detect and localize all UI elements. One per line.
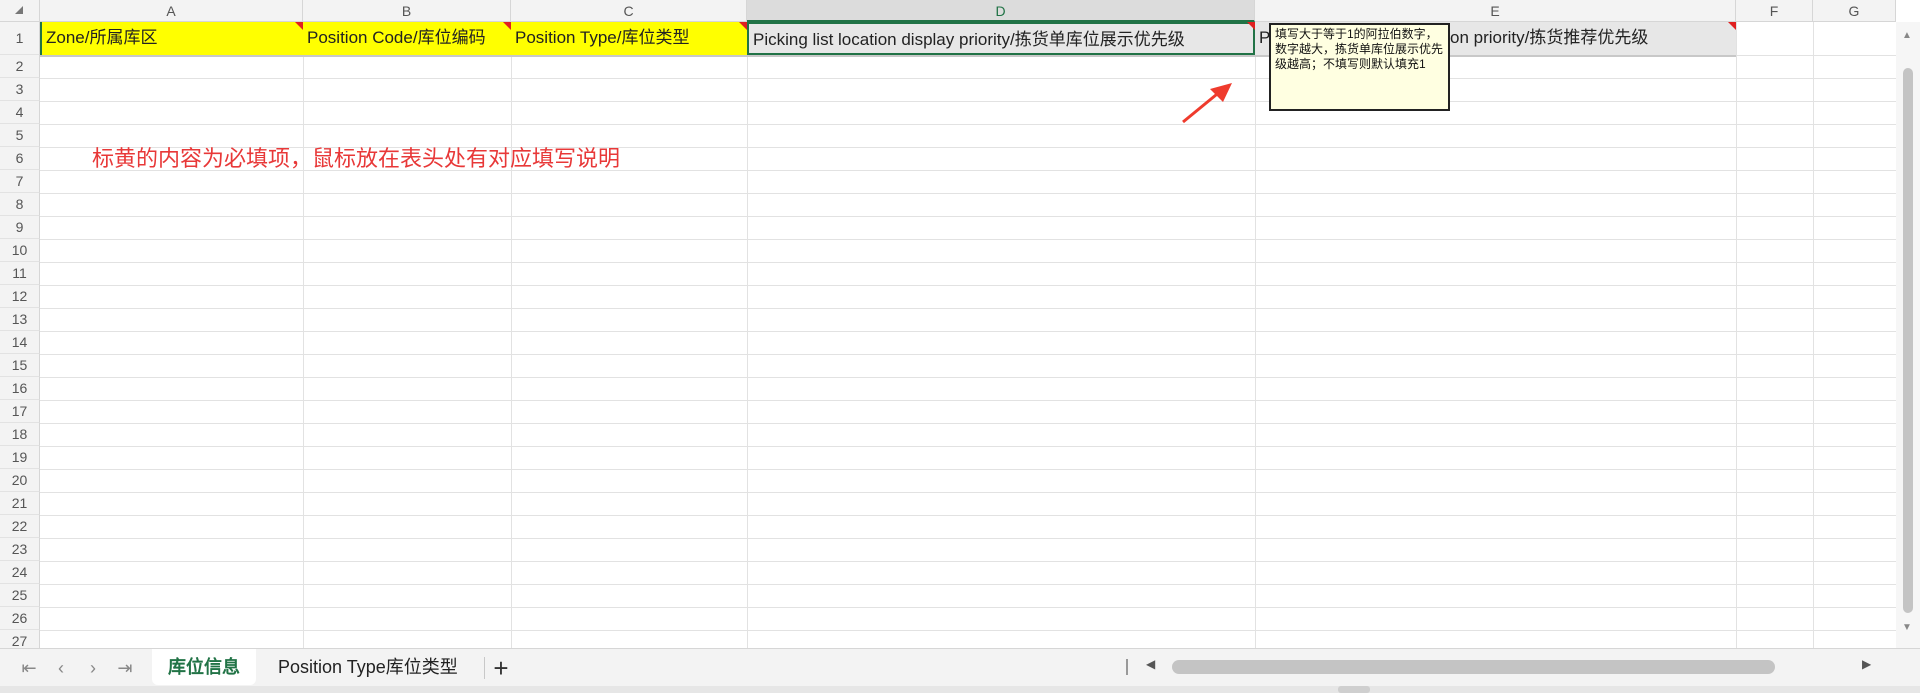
gridline bbox=[40, 354, 1896, 355]
comment-indicator-icon bbox=[1728, 22, 1736, 30]
row-header[interactable]: 23 bbox=[0, 538, 40, 561]
cell-e1-suffix: on priority/拣货推荐优先级 bbox=[1450, 28, 1649, 47]
row-header[interactable]: 16 bbox=[0, 377, 40, 400]
gridline bbox=[747, 22, 748, 648]
row-header[interactable]: 20 bbox=[0, 469, 40, 492]
comment-indicator-icon bbox=[739, 22, 747, 30]
column-header-b[interactable]: B bbox=[303, 0, 511, 22]
sheet-tab-position-type[interactable]: Position Type库位类型 bbox=[262, 649, 474, 685]
gridline bbox=[40, 239, 1896, 240]
gridline bbox=[40, 285, 1896, 286]
scroll-right-icon[interactable]: ▶ bbox=[1862, 657, 1871, 671]
column-header-g[interactable]: G bbox=[1813, 0, 1896, 22]
horizontal-scroll-thumb[interactable] bbox=[1172, 660, 1775, 674]
comment-tooltip: 填写大于等于1的阿拉伯数字，数字越大，拣货单库位展示优先级越高；不填写则默认填充… bbox=[1269, 23, 1450, 111]
first-sheet-icon[interactable]: ⇤ bbox=[14, 649, 44, 687]
annotation-text: 标黄的内容为必填项，鼠标放在表头处有对应填写说明 bbox=[92, 146, 621, 171]
row-header[interactable]: 2 bbox=[0, 55, 40, 78]
column-header-f[interactable]: F bbox=[1736, 0, 1813, 22]
row-header[interactable]: 26 bbox=[0, 607, 40, 630]
row-header[interactable]: 14 bbox=[0, 331, 40, 354]
gridline bbox=[40, 400, 1896, 401]
gridline bbox=[40, 469, 1896, 470]
row-header[interactable]: 6 bbox=[0, 147, 40, 170]
row-header-1[interactable]: 1 bbox=[0, 22, 40, 55]
comment-indicator-icon bbox=[295, 22, 303, 30]
gridline bbox=[40, 78, 1896, 79]
prev-sheet-icon[interactable]: ‹ bbox=[46, 649, 76, 687]
gridline bbox=[1736, 22, 1737, 648]
comment-indicator-icon bbox=[503, 22, 511, 30]
gridline bbox=[40, 561, 1896, 562]
row-header[interactable]: 19 bbox=[0, 446, 40, 469]
gridline bbox=[40, 607, 1896, 608]
gridline bbox=[40, 630, 1896, 631]
select-all-icon bbox=[15, 6, 23, 14]
select-all-corner[interactable] bbox=[0, 0, 40, 22]
status-bar bbox=[0, 686, 1920, 693]
row-header[interactable]: 15 bbox=[0, 354, 40, 377]
gridline bbox=[40, 446, 1896, 447]
gridline bbox=[1255, 22, 1256, 648]
gridline bbox=[40, 584, 1896, 585]
row-header[interactable]: 10 bbox=[0, 239, 40, 262]
scroll-left-icon[interactable]: ◀ bbox=[1146, 657, 1155, 671]
cell-a1[interactable]: Zone/所属库区 bbox=[40, 22, 303, 55]
gridline bbox=[40, 193, 1896, 194]
row-header[interactable]: 3 bbox=[0, 78, 40, 101]
frozen-row-divider bbox=[40, 55, 1736, 57]
row-header[interactable]: 17 bbox=[0, 400, 40, 423]
scroll-down-icon[interactable]: ▼ bbox=[1902, 622, 1912, 633]
vertical-scroll-thumb[interactable] bbox=[1903, 68, 1913, 613]
gridline bbox=[40, 377, 1896, 378]
row-header[interactable]: 27 bbox=[0, 630, 40, 648]
row-header[interactable]: 24 bbox=[0, 561, 40, 584]
sheet-tab-bar: ⇤ ‹ › ⇥ 库位信息 Position Type库位类型 + ◀ ▶ bbox=[0, 648, 1920, 686]
gridline bbox=[40, 331, 1896, 332]
row-header[interactable]: 4 bbox=[0, 101, 40, 124]
gridline bbox=[303, 22, 304, 648]
column-header-c[interactable]: C bbox=[511, 0, 747, 22]
cell-d1-selected[interactable]: Picking list location display priority/拣… bbox=[747, 22, 1255, 55]
row-header[interactable]: 13 bbox=[0, 308, 40, 331]
spreadsheet-grid[interactable]: A B C D E F G 1 2 3 4 5 6 7 8 9 10 11 12… bbox=[0, 0, 1920, 648]
gridline bbox=[40, 515, 1896, 516]
row-header[interactable]: 9 bbox=[0, 216, 40, 239]
column-header-e[interactable]: E bbox=[1255, 0, 1736, 22]
row-header[interactable]: 11 bbox=[0, 262, 40, 285]
gridline bbox=[40, 216, 1896, 217]
next-sheet-icon[interactable]: › bbox=[78, 649, 108, 687]
gridline bbox=[1813, 22, 1814, 648]
gridline bbox=[40, 101, 1896, 102]
tab-divider bbox=[484, 657, 485, 679]
cell-b1[interactable]: Position Code/库位编码 bbox=[303, 22, 511, 55]
sheet-tab-location-info[interactable]: 库位信息 bbox=[152, 649, 256, 685]
gridline bbox=[40, 423, 1896, 424]
add-sheet-icon[interactable]: + bbox=[486, 649, 516, 687]
column-header-d[interactable]: D bbox=[747, 0, 1255, 22]
scroll-split-handle[interactable] bbox=[1126, 659, 1128, 675]
row-header[interactable]: 7 bbox=[0, 170, 40, 193]
row-header[interactable]: 22 bbox=[0, 515, 40, 538]
row-header[interactable]: 21 bbox=[0, 492, 40, 515]
gridline bbox=[40, 538, 1896, 539]
scroll-up-icon[interactable]: ▲ bbox=[1902, 30, 1912, 41]
vertical-scrollbar[interactable]: ▲ ▼ bbox=[1896, 22, 1920, 648]
status-handle[interactable] bbox=[1338, 686, 1370, 693]
cell-c1[interactable]: Position Type/库位类型 bbox=[511, 22, 747, 55]
gridline bbox=[511, 22, 512, 648]
gridline bbox=[40, 262, 1896, 263]
row-header[interactable]: 25 bbox=[0, 584, 40, 607]
column-header-a[interactable]: A bbox=[40, 0, 303, 22]
row-header[interactable]: 5 bbox=[0, 124, 40, 147]
row-header[interactable]: 18 bbox=[0, 423, 40, 446]
row-header[interactable]: 12 bbox=[0, 285, 40, 308]
row-header[interactable]: 8 bbox=[0, 193, 40, 216]
gridline bbox=[40, 308, 1896, 309]
red-arrow-icon bbox=[1182, 83, 1232, 124]
comment-indicator-icon bbox=[1247, 22, 1255, 30]
gridline bbox=[40, 124, 1896, 125]
gridline bbox=[40, 492, 1896, 493]
last-sheet-icon[interactable]: ⇥ bbox=[110, 649, 140, 687]
